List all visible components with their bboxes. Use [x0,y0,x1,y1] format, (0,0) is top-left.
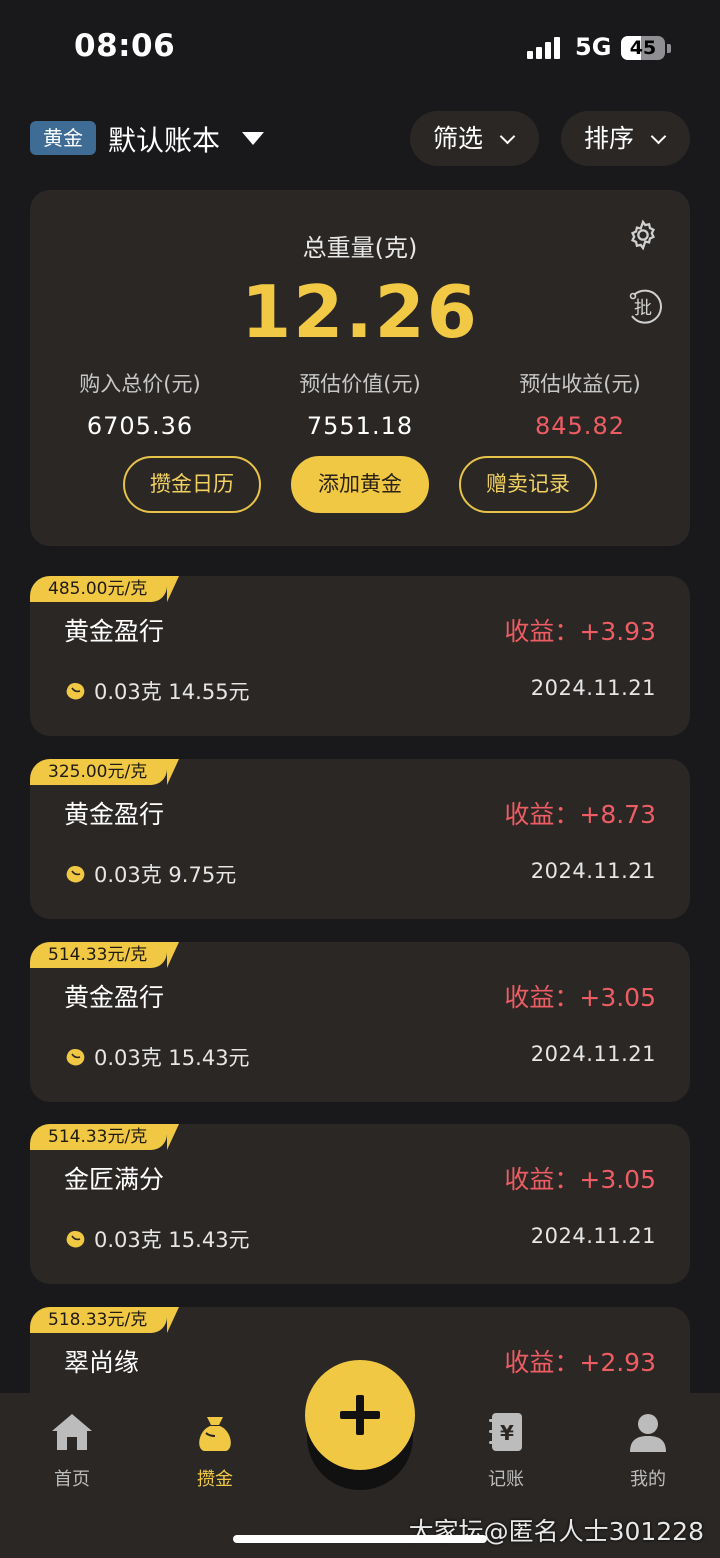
book-selector[interactable]: 默认账本 [108,119,220,159]
gear-icon[interactable] [626,218,660,252]
tab-home[interactable]: 首页 [22,1409,122,1491]
gift-sell-records-button[interactable]: 赠卖记录 [459,456,597,513]
stat-label: 预估价值(元) [299,372,421,396]
home-indicator[interactable] [233,1535,487,1543]
item-date: 2024.11.21 [530,676,656,700]
add-record-button[interactable] [305,1360,415,1470]
gold-bean-icon [66,1231,85,1248]
item-detail-row: 0.03克 14.55元 [64,676,250,706]
tab-label: 记账 [488,1469,524,1490]
item-profit: 收益：+3.93 [504,617,656,646]
network-type: 5G [575,33,612,61]
list-item[interactable]: 485.00元/克 黄金盈行 收益：+3.93 0.03克 14.55元 202… [30,576,690,736]
signal-icon [527,37,563,59]
stat-label: 购入总价(元) [79,372,201,396]
category-tag[interactable]: 黄金 [30,121,96,155]
battery-tip [667,44,671,53]
price-tag: 485.00元/克 [30,576,180,602]
summary-card: 总重量(克) 批 12.26 购入总价(元) 6705.36 预估价值(元) 7… [30,190,690,546]
tab-label: 攒金 [197,1469,233,1490]
list-item[interactable]: 325.00元/克 黄金盈行 收益：+8.73 0.03克 9.75元 2024… [30,759,690,919]
stat-purchase: 购入总价(元) 6705.36 [30,368,250,440]
status-bar: 08:06 5G 45 [0,0,720,96]
price-tag: 518.33元/克 [30,1307,180,1333]
gold-bean-icon [66,866,85,883]
item-profit: 收益：+3.05 [504,983,656,1012]
item-date: 2024.11.21 [530,1042,656,1066]
item-detail-row: 0.03克 15.43元 [64,1042,250,1072]
item-profit: 收益：+3.05 [504,1165,656,1194]
item-profit: 收益：+8.73 [504,800,656,829]
item-name: 黄金盈行 [64,983,165,1012]
tab-save-gold[interactable]: 攒金 [165,1409,265,1491]
item-name: 黄金盈行 [64,800,165,829]
item-detail: 0.03克 15.43元 [94,1228,250,1252]
status-time: 08:06 [74,28,176,64]
list-item[interactable]: 514.33元/克 黄金盈行 收益：+3.05 0.03克 15.43元 202… [30,942,690,1102]
tab-label: 我的 [630,1469,666,1490]
home-icon [52,1414,92,1450]
stat-value: 6705.36 [86,412,194,440]
item-name: 翠尚缘 [64,1348,140,1377]
price-tag: 325.00元/克 [30,759,180,785]
item-detail-row: 0.03克 15.43元 [64,1224,250,1254]
tab-label: 首页 [54,1469,90,1490]
item-name: 金匠满分 [64,1165,165,1194]
item-detail: 0.03克 14.55元 [94,680,250,704]
price-tag: 514.33元/克 [30,1124,180,1150]
gold-bean-icon [66,683,85,700]
calendar-button[interactable]: 攒金日历 [123,456,261,513]
chevron-down-icon [499,128,516,145]
money-bag-icon [199,1417,231,1451]
item-detail: 0.03克 9.75元 [94,863,237,887]
ledger-icon: ¥ [489,1413,522,1451]
stat-estimated-profit: 预估收益(元) 845.82 [470,368,690,440]
summary-title: 总重量(克) [302,234,418,262]
item-detail-row: 0.03克 9.75元 [64,859,236,889]
add-gold-button[interactable]: 添加黄金 [291,456,429,513]
stat-estimated-value: 预估价值(元) 7551.18 [250,368,470,440]
item-date: 2024.11.21 [530,1224,656,1248]
stat-value: 845.82 [535,412,625,440]
user-icon [630,1414,666,1452]
total-weight: 12.26 [241,270,479,354]
stat-value: 7551.18 [306,412,414,440]
tab-mine[interactable]: 我的 [598,1409,698,1491]
tab-bookkeeping[interactable]: ¥ 记账 [456,1409,556,1491]
filter-label: 筛选 [433,124,484,153]
item-detail: 0.03克 15.43元 [94,1046,250,1070]
filter-button[interactable]: 筛选 [410,111,539,166]
plus-icon [356,1395,364,1435]
header: 黄金 默认账本 筛选 排序 [0,108,720,168]
battery-icon: 45 [621,36,665,60]
svg-text:¥: ¥ [500,1421,514,1445]
chevron-down-icon [650,128,667,145]
caret-down-icon[interactable] [242,132,264,145]
item-name: 黄金盈行 [64,617,165,646]
list-item[interactable]: 514.33元/克 金匠满分 收益：+3.05 0.03克 15.43元 202… [30,1124,690,1284]
stat-label: 预估收益(元) [519,372,641,396]
sort-button[interactable]: 排序 [561,111,690,166]
item-profit: 收益：+2.93 [504,1348,656,1377]
price-tag: 514.33元/克 [30,942,180,968]
sort-label: 排序 [584,124,635,153]
gold-bean-icon [66,1049,85,1066]
item-date: 2024.11.21 [530,859,656,883]
battery-level: 45 [629,37,657,59]
